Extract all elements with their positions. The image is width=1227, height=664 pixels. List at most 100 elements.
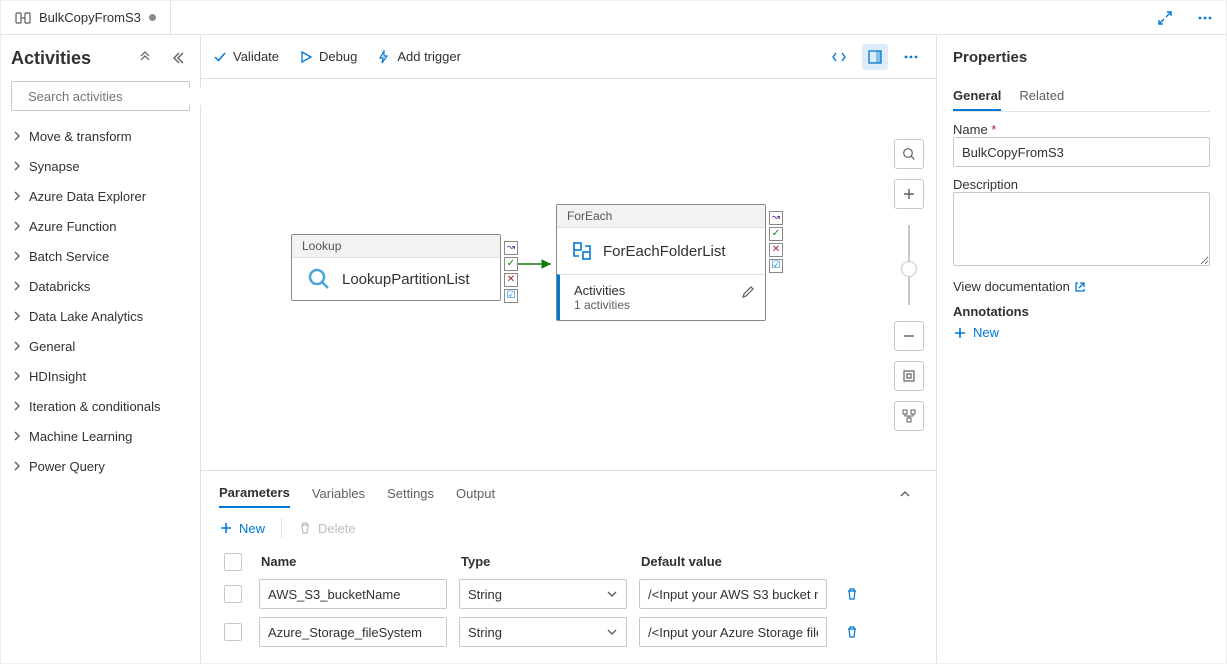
activity-category[interactable]: Move & transform bbox=[11, 121, 190, 151]
node-title: LookupPartitionList bbox=[342, 271, 470, 288]
lookup-activity-node[interactable]: Lookup LookupPartitionList ↝ ✓ ✕ ☑ bbox=[291, 234, 501, 301]
port-success[interactable]: ✓ bbox=[504, 257, 518, 271]
activity-category[interactable]: Synapse bbox=[11, 151, 190, 181]
canvas-controls bbox=[894, 139, 924, 431]
unsaved-dot-icon bbox=[149, 14, 156, 21]
tab-variables[interactable]: Variables bbox=[312, 480, 365, 507]
chevron-down-icon bbox=[606, 626, 618, 638]
pipeline-actionbar: Validate Debug Add trigger bbox=[201, 35, 936, 79]
param-default-input[interactable] bbox=[639, 579, 827, 609]
trash-icon bbox=[298, 521, 312, 535]
port-skip[interactable]: ↝ bbox=[504, 241, 518, 255]
pipeline-tab[interactable]: BulkCopyFromS3 bbox=[1, 1, 171, 34]
tab-output[interactable]: Output bbox=[456, 480, 495, 507]
canvas-search-button[interactable] bbox=[894, 139, 924, 169]
new-parameter-button[interactable]: New bbox=[219, 521, 265, 536]
node-type-label: Lookup bbox=[292, 235, 500, 258]
pipeline-description-input[interactable] bbox=[953, 192, 1210, 266]
port-success[interactable]: ✓ bbox=[769, 227, 783, 241]
activities-search-input[interactable] bbox=[26, 88, 206, 105]
node-title: ForEachFolderList bbox=[603, 243, 726, 260]
lookup-icon bbox=[306, 266, 332, 292]
plus-icon bbox=[953, 326, 967, 340]
activity-category[interactable]: Batch Service bbox=[11, 241, 190, 271]
delete-parameter-button[interactable]: Delete bbox=[298, 521, 356, 536]
chevron-right-icon bbox=[11, 370, 23, 382]
port-fail[interactable]: ✕ bbox=[504, 273, 518, 287]
tab-more-icon[interactable] bbox=[1192, 5, 1218, 31]
param-default-input[interactable] bbox=[639, 617, 827, 647]
properties-toggle-icon[interactable] bbox=[862, 44, 888, 70]
node-type-label: ForEach bbox=[557, 205, 765, 228]
code-view-icon[interactable] bbox=[826, 44, 852, 70]
param-type-select[interactable]: String bbox=[459, 617, 627, 647]
activity-category[interactable]: Iteration & conditionals bbox=[11, 391, 190, 421]
param-name-input[interactable] bbox=[259, 617, 447, 647]
expand-window-icon[interactable] bbox=[1152, 5, 1178, 31]
properties-title: Properties bbox=[953, 49, 1210, 66]
row-checkbox[interactable] bbox=[224, 623, 242, 641]
activity-category[interactable]: HDInsight bbox=[11, 361, 190, 391]
chevron-right-icon bbox=[11, 160, 23, 172]
foreach-activities-section[interactable]: Activities 1 activities bbox=[557, 274, 765, 320]
activity-category[interactable]: Azure Data Explorer bbox=[11, 181, 190, 211]
validate-button[interactable]: Validate bbox=[213, 49, 279, 64]
hide-panel-icon[interactable] bbox=[164, 45, 190, 71]
new-annotation-button[interactable]: New bbox=[953, 325, 1210, 340]
port-complete[interactable]: ☑ bbox=[769, 259, 783, 273]
pipeline-canvas[interactable]: Lookup LookupPartitionList ↝ ✓ ✕ ☑ ForEa… bbox=[201, 79, 936, 470]
zoom-slider[interactable] bbox=[908, 225, 910, 305]
activity-category[interactable]: Power Query bbox=[11, 451, 190, 481]
pipeline-icon bbox=[15, 10, 31, 26]
name-label: Name bbox=[953, 122, 1210, 137]
fit-screen-button[interactable] bbox=[894, 361, 924, 391]
activity-category[interactable]: Machine Learning bbox=[11, 421, 190, 451]
view-documentation-link[interactable]: View documentation bbox=[953, 279, 1210, 294]
debug-button[interactable]: Debug bbox=[299, 49, 357, 64]
activities-search[interactable] bbox=[11, 81, 190, 111]
chevron-right-icon bbox=[11, 400, 23, 412]
props-tab-related[interactable]: Related bbox=[1019, 82, 1064, 111]
param-name-input[interactable] bbox=[259, 579, 447, 609]
collapse-all-icon[interactable] bbox=[132, 45, 158, 71]
chevron-down-icon bbox=[606, 588, 618, 600]
activity-category[interactable]: Databricks bbox=[11, 271, 190, 301]
collapse-panel-icon[interactable] bbox=[892, 481, 918, 507]
pipeline-tabbar: BulkCopyFromS3 bbox=[1, 1, 1226, 35]
chevron-right-icon bbox=[11, 280, 23, 292]
activities-panel: Activities Move & transformSynapseAzure … bbox=[1, 35, 201, 663]
col-type: Type bbox=[453, 548, 633, 575]
edit-icon[interactable] bbox=[741, 285, 755, 299]
parameter-row: String bbox=[213, 575, 924, 613]
actionbar-more-icon[interactable] bbox=[898, 44, 924, 70]
pipeline-name-input[interactable] bbox=[953, 137, 1210, 167]
select-all-checkbox[interactable] bbox=[224, 553, 242, 571]
trash-icon bbox=[845, 587, 859, 601]
props-tab-general[interactable]: General bbox=[953, 82, 1001, 111]
row-checkbox[interactable] bbox=[224, 585, 242, 603]
chevron-right-icon bbox=[11, 220, 23, 232]
delete-row-button[interactable] bbox=[839, 581, 865, 607]
port-complete[interactable]: ☑ bbox=[504, 289, 518, 303]
delete-row-button[interactable] bbox=[839, 619, 865, 645]
port-skip[interactable]: ↝ bbox=[769, 211, 783, 225]
tab-settings[interactable]: Settings bbox=[387, 480, 434, 507]
zoom-out-button[interactable] bbox=[894, 321, 924, 351]
foreach-activity-node[interactable]: ForEach ForEachFolderList Activities 1 a… bbox=[556, 204, 766, 321]
parameter-row: String bbox=[213, 613, 924, 651]
layout-button[interactable] bbox=[894, 401, 924, 431]
activity-category[interactable]: Azure Function bbox=[11, 211, 190, 241]
col-name: Name bbox=[253, 548, 453, 575]
activity-category[interactable]: Data Lake Analytics bbox=[11, 301, 190, 331]
activity-category[interactable]: General bbox=[11, 331, 190, 361]
param-type-select[interactable]: String bbox=[459, 579, 627, 609]
pipeline-tab-title: BulkCopyFromS3 bbox=[39, 10, 141, 25]
tab-parameters[interactable]: Parameters bbox=[219, 479, 290, 508]
check-icon bbox=[213, 50, 227, 64]
zoom-in-button[interactable] bbox=[894, 179, 924, 209]
port-fail[interactable]: ✕ bbox=[769, 243, 783, 257]
add-trigger-button[interactable]: Add trigger bbox=[377, 49, 461, 64]
foreach-icon bbox=[571, 240, 593, 262]
chevron-right-icon bbox=[11, 250, 23, 262]
output-ports: ↝ ✓ ✕ ☑ bbox=[504, 241, 518, 303]
